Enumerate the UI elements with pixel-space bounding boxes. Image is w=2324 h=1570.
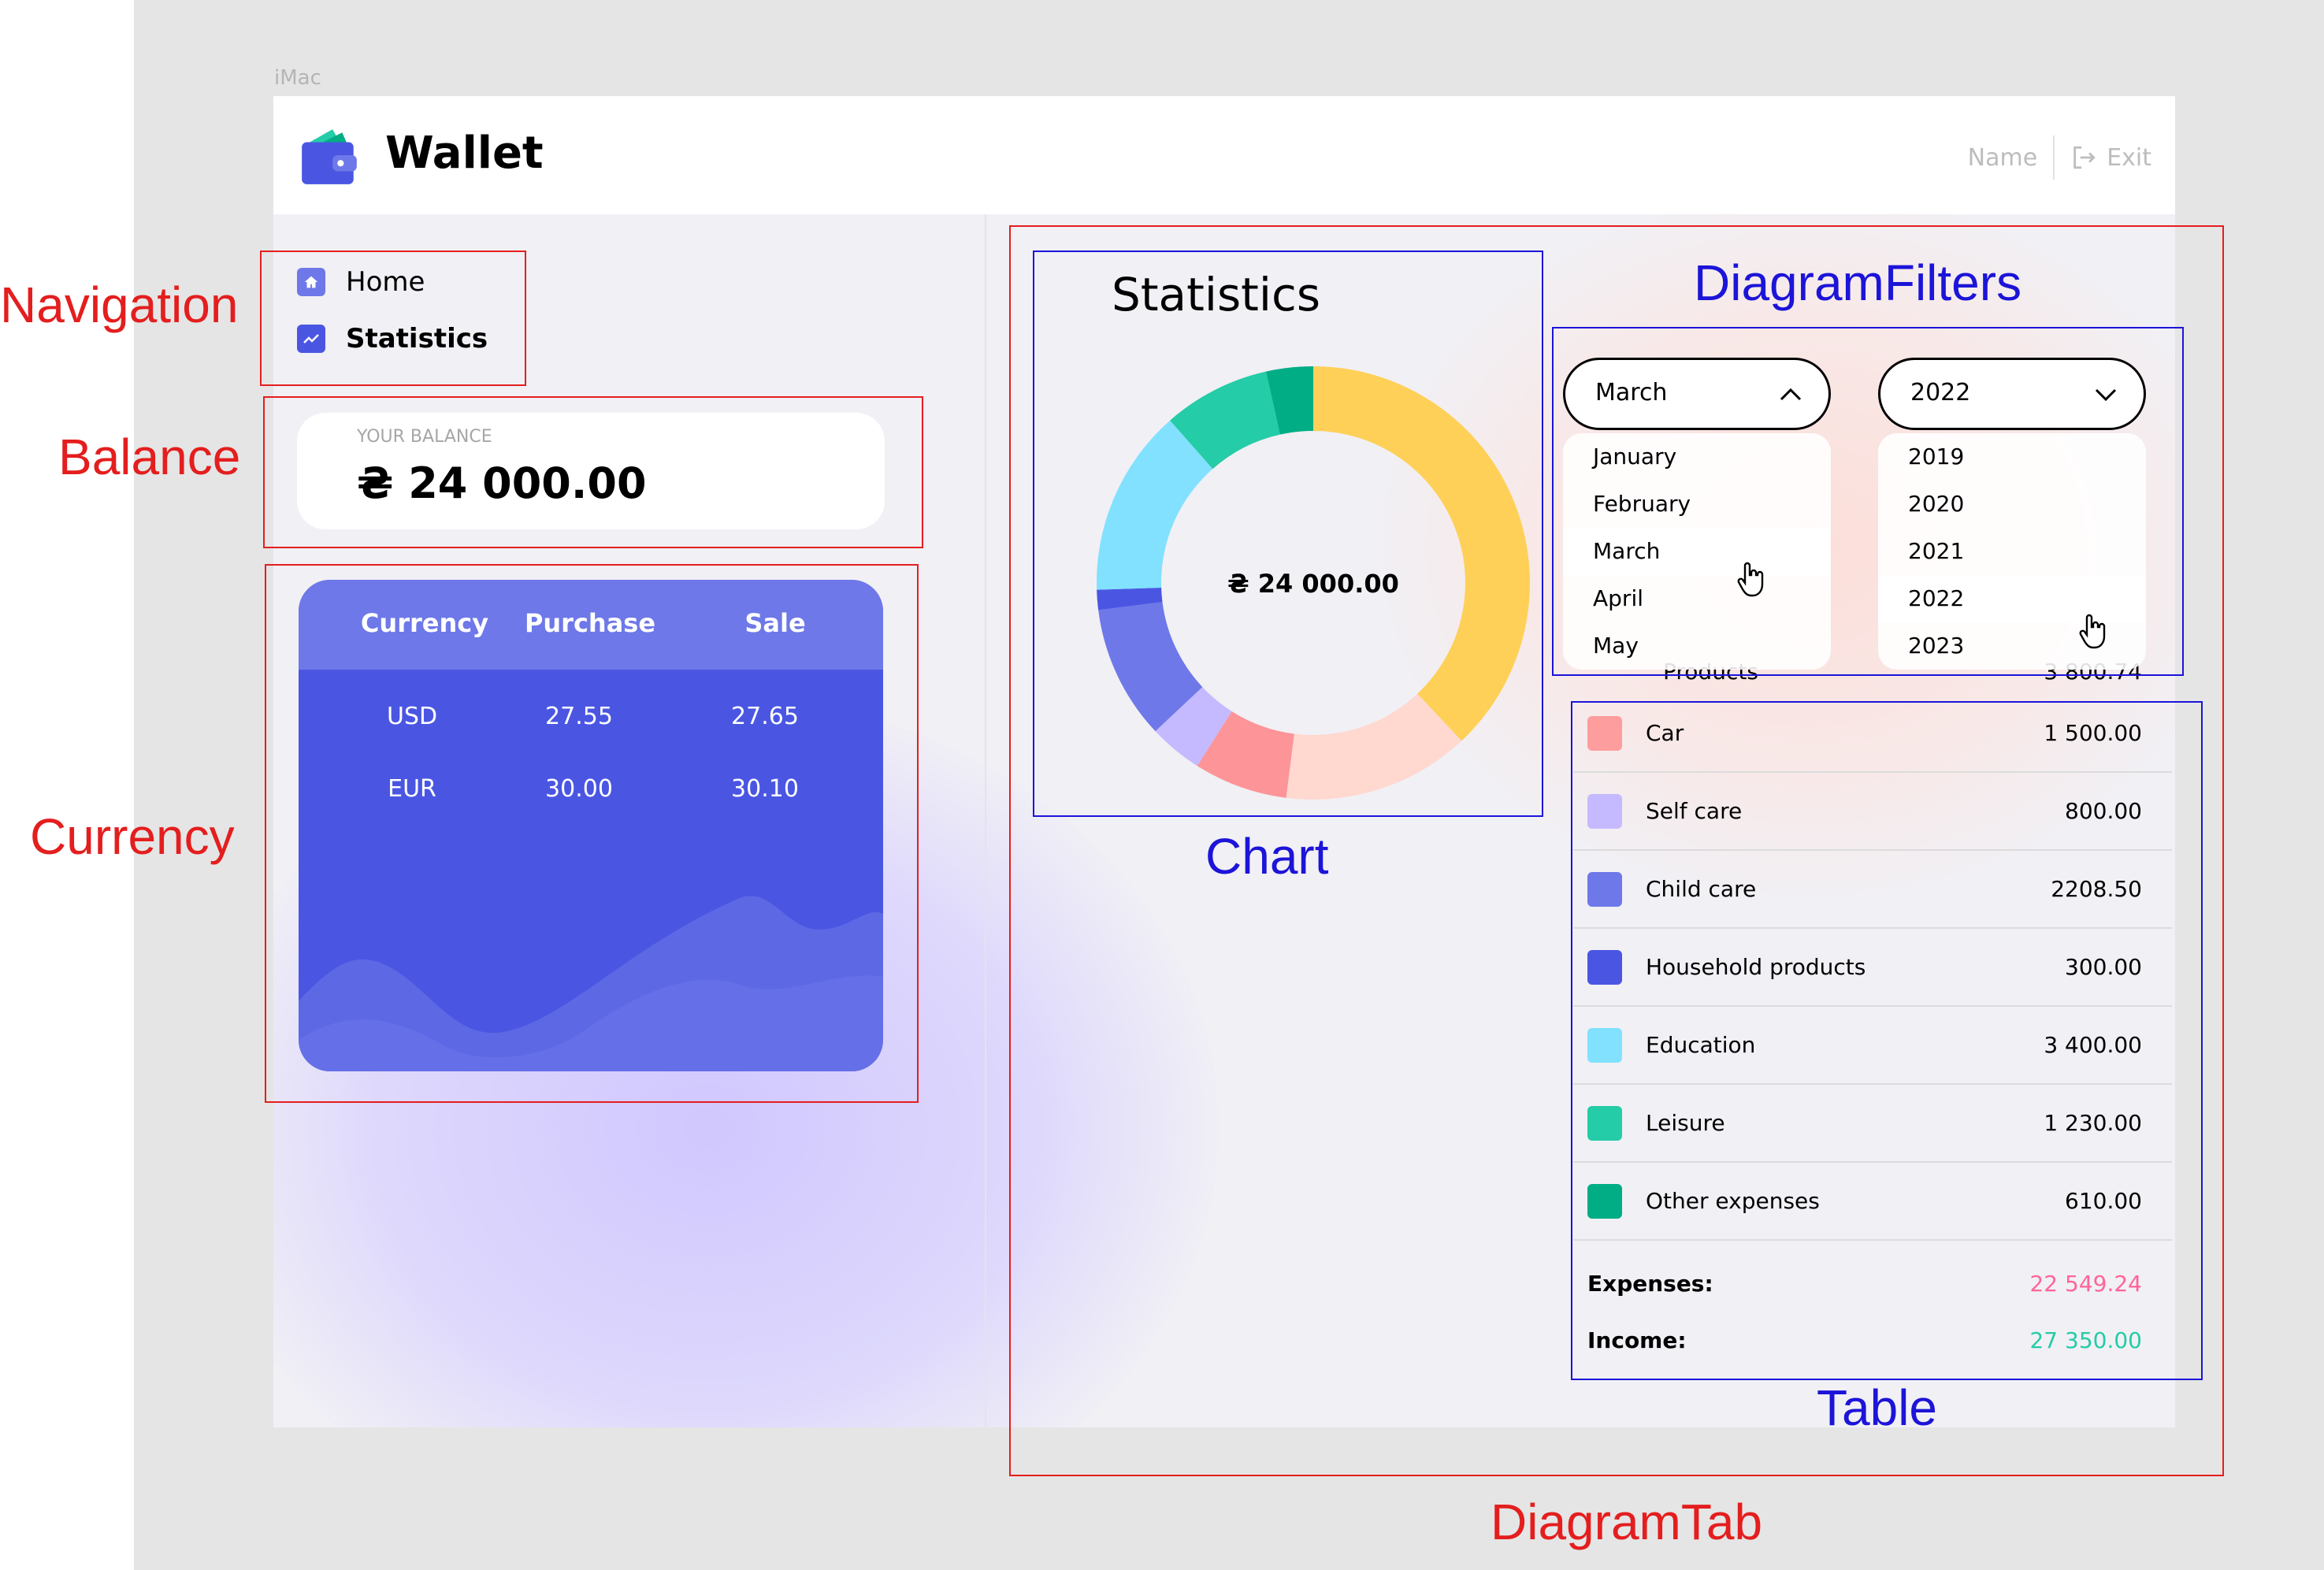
header-divider	[2053, 135, 2055, 180]
annotation-box-table	[1571, 701, 2203, 1380]
annotation-label-chart: Chart	[1205, 828, 1329, 885]
annotation-box-navigation	[260, 251, 526, 386]
wallet-icon[interactable]	[297, 124, 362, 189]
annotation-box-diagram-filters	[1552, 327, 2184, 676]
user-menu: Name Exit	[1968, 135, 2151, 180]
annotation-box-chart	[1033, 251, 1543, 817]
annotation-label-balance: Balance	[58, 429, 241, 485]
panel-divider	[985, 214, 986, 1427]
annotation-box-currency	[265, 564, 919, 1103]
annotation-label-navigation: Navigation	[0, 277, 239, 333]
annotation-label-diagram-tab: DiagramTab	[1491, 1494, 1763, 1550]
app-header: Wallet Name Exit	[273, 96, 2175, 214]
annotation-label-table: Table	[1817, 1379, 1937, 1436]
exit-icon	[2073, 146, 2096, 169]
annotation-label-diagram-filters: DiagramFilters	[1694, 254, 2022, 311]
user-name: Name	[1967, 143, 2038, 172]
exit-label: Exit	[2107, 143, 2151, 172]
exit-button[interactable]: Exit	[2070, 144, 2151, 172]
annotation-box-balance	[263, 396, 923, 548]
app-title[interactable]: Wallet	[385, 128, 544, 179]
annotation-label-currency: Currency	[30, 808, 235, 865]
device-label: iMac	[274, 66, 321, 90]
